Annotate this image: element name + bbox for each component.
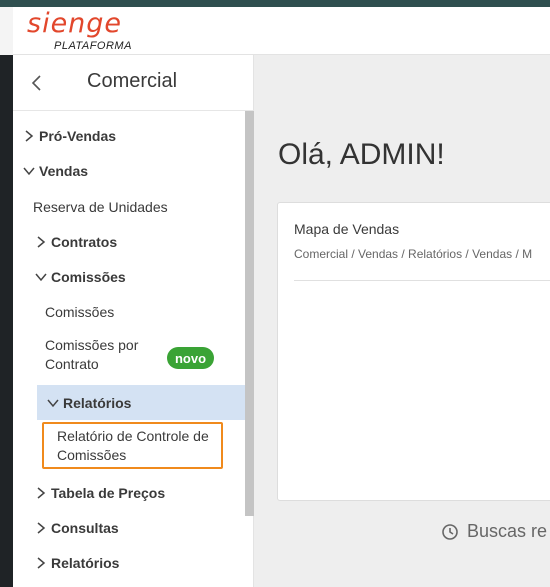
back-button[interactable]	[25, 71, 49, 95]
top-accent-bar	[0, 0, 550, 7]
sidebar-item-comissoes-por-contrato[interactable]: Comissões por Contrato	[45, 334, 163, 376]
sidebar-item-label: Comissões por Contrato	[45, 337, 139, 372]
focus-outline	[42, 422, 223, 469]
card-title: Mapa de Vendas	[294, 221, 400, 237]
chevron-right-icon	[37, 486, 46, 499]
recent-searches[interactable]: Buscas re	[441, 521, 547, 542]
sidebar-item-label: Tabela de Preços	[51, 484, 166, 501]
sidebar-item-label: Pró-Vendas	[39, 127, 117, 144]
sidebar-item-label: Consultas	[51, 519, 119, 536]
sidebar-item-consultas[interactable]: Consultas	[35, 510, 243, 545]
sienge-logo[interactable]: sienge PLATAFORMA	[27, 9, 137, 53]
sidebar-item-label: Vendas	[39, 162, 89, 179]
recent-searches-label: Buscas re	[467, 521, 548, 541]
sidebar-item-comissoes[interactable]: Comissões	[45, 294, 243, 329]
novo-badge: novo	[167, 347, 214, 369]
logo-subtitle: PLATAFORMA	[54, 40, 132, 52]
left-rail	[0, 55, 13, 587]
sidebar-scrollbar[interactable]	[245, 111, 254, 516]
sidebar-item-comissoes-group[interactable]: Comissões	[35, 259, 243, 294]
sidebar-item-label: Comissões	[45, 303, 115, 320]
mapa-de-vendas-card[interactable]: Mapa de Vendas Comercial / Vendas / Rela…	[277, 202, 550, 501]
sidebar: Comercial Pró-Vendas Vendas Reserva de Uni…	[13, 55, 254, 587]
card-divider	[294, 280, 550, 281]
sidebar-item-label: Contratos	[51, 233, 118, 250]
sidebar-item-tabela-de-precos[interactable]: Tabela de Preços	[35, 475, 243, 510]
header-left-strip	[0, 7, 13, 55]
chevron-down-icon	[35, 273, 47, 281]
sidebar-header: Comercial	[13, 55, 254, 111]
sidebar-item-label: Relatórios	[63, 394, 132, 411]
chevron-down-icon	[47, 399, 59, 407]
sidebar-item-label: Reserva de Unidades	[33, 198, 168, 215]
clock-icon	[442, 523, 458, 540]
chevron-right-icon	[37, 521, 46, 534]
sidebar-item-contratos[interactable]: Contratos	[35, 224, 243, 259]
chevron-right-icon	[37, 556, 46, 569]
chevron-right-icon	[37, 235, 46, 248]
chevron-right-icon	[25, 129, 34, 142]
sidebar-item-vendas[interactable]: Vendas	[23, 153, 243, 188]
sidebar-item-label: Comissões	[51, 268, 126, 285]
sidebar-item-relatorios[interactable]: Relatórios	[35, 545, 243, 580]
app-header: sienge PLATAFORMA	[0, 7, 550, 55]
card-breadcrumb: Comercial / Vendas / Relatórios / Vendas…	[294, 247, 533, 261]
sidebar-title: Comercial	[87, 70, 178, 92]
sidebar-item-reserva-de-unidades[interactable]: Reserva de Unidades	[33, 189, 243, 224]
sidebar-item-relatorios-comissoes[interactable]: Relatórios	[37, 385, 245, 420]
chevron-down-icon	[23, 167, 35, 175]
sidebar-item-label: Relatórios	[51, 554, 120, 571]
logo-wordmark: sienge	[27, 8, 123, 39]
sidebar-item-pro-vendas[interactable]: Pró-Vendas	[23, 118, 243, 153]
page-greeting: Olá, ADMIN!	[278, 138, 445, 171]
chevron-left-icon	[31, 75, 41, 91]
